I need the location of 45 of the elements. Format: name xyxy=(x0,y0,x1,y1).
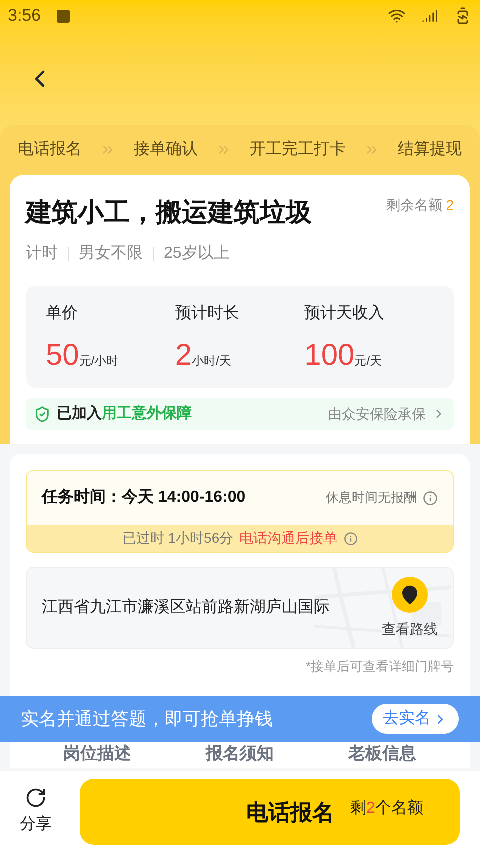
stat-label: 单价 xyxy=(46,304,79,324)
job-tag: 25岁以上 xyxy=(164,242,230,266)
step-label: 电话报名 xyxy=(18,140,82,160)
section-tab[interactable]: 报名须知 xyxy=(206,740,274,766)
rest-note: 休息时间无报酬 xyxy=(326,489,417,508)
elapsed-text: 已过时 1小时56分 xyxy=(122,529,234,548)
stat-value: 50 xyxy=(46,340,80,372)
status-time: 3:56 xyxy=(8,5,42,28)
stat-label: 预计天收入 xyxy=(304,304,386,324)
job-tag: 男女不限 xyxy=(79,242,143,266)
stat-unit: 小时/天 xyxy=(192,353,232,370)
share-button[interactable]: 分享 xyxy=(20,787,52,837)
quota-text: 剩余名额 2 xyxy=(386,196,454,215)
location-pin-icon xyxy=(400,584,420,604)
insurance-name: 用工意外保障 xyxy=(102,404,192,424)
step-label: 结算提现 xyxy=(398,140,462,160)
stat-unit: 元/天 xyxy=(354,353,382,370)
stat-value: 2 xyxy=(175,340,192,372)
signal-icon xyxy=(422,8,438,24)
stat-label: 预计时长 xyxy=(175,304,240,324)
notification-icon xyxy=(57,10,70,22)
insurance-prefix: 已加入 xyxy=(57,404,102,424)
share-icon xyxy=(25,787,47,809)
stat-unit: 元/小时 xyxy=(79,353,119,370)
info-icon[interactable] xyxy=(423,490,438,506)
apply-button[interactable]: 电话报名 剩2个名额 xyxy=(80,779,460,845)
stat-value: 100 xyxy=(304,340,355,372)
task-time: 任务时间：今天 14:00-16:00 xyxy=(42,488,246,508)
wifi-icon xyxy=(388,7,406,25)
shield-icon xyxy=(34,406,51,422)
verify-button[interactable]: 去实名 xyxy=(372,704,459,734)
info-icon[interactable] xyxy=(344,532,358,546)
section-tab[interactable]: 老板信息 xyxy=(348,740,417,766)
insurance-provider: 由众安保险承保 xyxy=(328,404,426,424)
address-note: *接单后可查看详细门牌号 xyxy=(306,658,454,676)
banner-text: 实名并通过答题，即可抢单挣钱 xyxy=(21,708,273,730)
address-text: 江西省九江市濂溪区站前路新湖庐山国际 xyxy=(42,598,331,618)
warning-text: 电话沟通后接单 xyxy=(240,529,338,548)
job-title: 建筑小工，搬运建筑垃圾 xyxy=(26,196,312,229)
step-label: 接单确认 xyxy=(134,140,198,160)
section-tab[interactable]: 岗位描述 xyxy=(63,740,132,766)
job-tag: 计时 xyxy=(26,242,58,266)
insurance-bar[interactable]: 已加入用工意外保障 由众安保险承保 xyxy=(26,398,454,430)
route-button[interactable]: 查看路线 xyxy=(382,576,438,640)
step-label: 开工完工打卡 xyxy=(250,140,346,160)
